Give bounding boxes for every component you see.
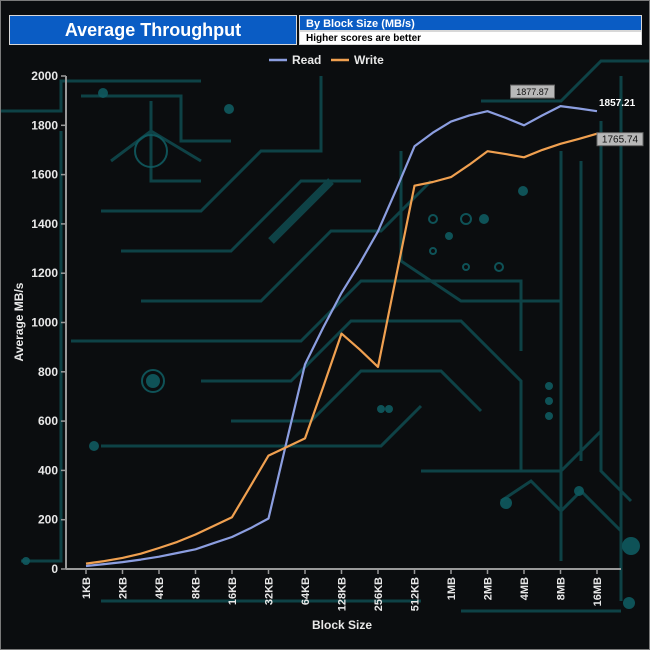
x-tick-label: 512KB xyxy=(410,577,422,611)
data-labels: 1877.87 1857.21 1765.74 xyxy=(510,84,644,147)
x-axis-label: Block Size xyxy=(312,618,372,632)
y-axis: 0 200 400 600 800 1000 1200 1400 1600 1800 2000 xyxy=(31,69,67,576)
chart-panel: Average Throughput By Block Size (MB/s) … xyxy=(0,0,650,650)
x-axis: 1KB 2KB 4KB 8KB 16KB 32KB 64KB 128KB 256KB 512KB 1… xyxy=(66,568,621,611)
y-tick-label: 1000 xyxy=(31,316,58,330)
x-tick-label: 64KB xyxy=(300,577,312,605)
y-tick-label: 1800 xyxy=(31,118,58,132)
read-peak-label: 1877.87 xyxy=(516,87,549,97)
y-tick-label: 0 xyxy=(51,562,58,576)
y-axis-label: Average MB/s xyxy=(12,282,26,361)
x-tick-label: 32KB xyxy=(264,577,276,605)
y-tick-label: 1600 xyxy=(31,168,58,182)
x-tick-label: 16KB xyxy=(227,577,239,605)
x-tick-label: 1KB xyxy=(81,577,93,599)
series-line-write xyxy=(85,132,598,565)
x-tick-label: 4MB xyxy=(519,577,531,600)
x-tick-label: 256KB xyxy=(373,577,385,611)
y-tick-label: 800 xyxy=(38,365,58,379)
y-tick-label: 400 xyxy=(38,463,58,477)
x-tick-label: 2KB xyxy=(118,577,130,599)
y-tick-label: 1400 xyxy=(31,217,58,231)
line-chart: Read Write 0 200 400 600 800 1000 1200 1400 1600 1… xyxy=(12,53,644,632)
x-tick-label: 16MB xyxy=(592,577,604,606)
y-tick-label: 2000 xyxy=(31,69,58,83)
y-tick-label: 1200 xyxy=(31,266,58,280)
legend-label-write: Write xyxy=(354,53,384,67)
y-tick-label: 200 xyxy=(38,513,58,527)
series-lines xyxy=(85,104,598,568)
read-end-label: 1857.21 xyxy=(599,98,636,109)
y-tick-label: 600 xyxy=(38,414,58,428)
x-tick-label: 8MB xyxy=(556,577,568,600)
write-end-label: 1765.74 xyxy=(602,135,639,146)
x-tick-label: 4KB xyxy=(154,577,166,599)
legend-label-read: Read xyxy=(292,53,321,67)
x-tick-label: 2MB xyxy=(483,577,495,600)
legend: Read Write xyxy=(269,53,384,67)
x-tick-label: 1MB xyxy=(446,577,458,600)
x-tick-label: 128KB xyxy=(337,577,349,611)
x-tick-label: 8KB xyxy=(191,577,203,599)
